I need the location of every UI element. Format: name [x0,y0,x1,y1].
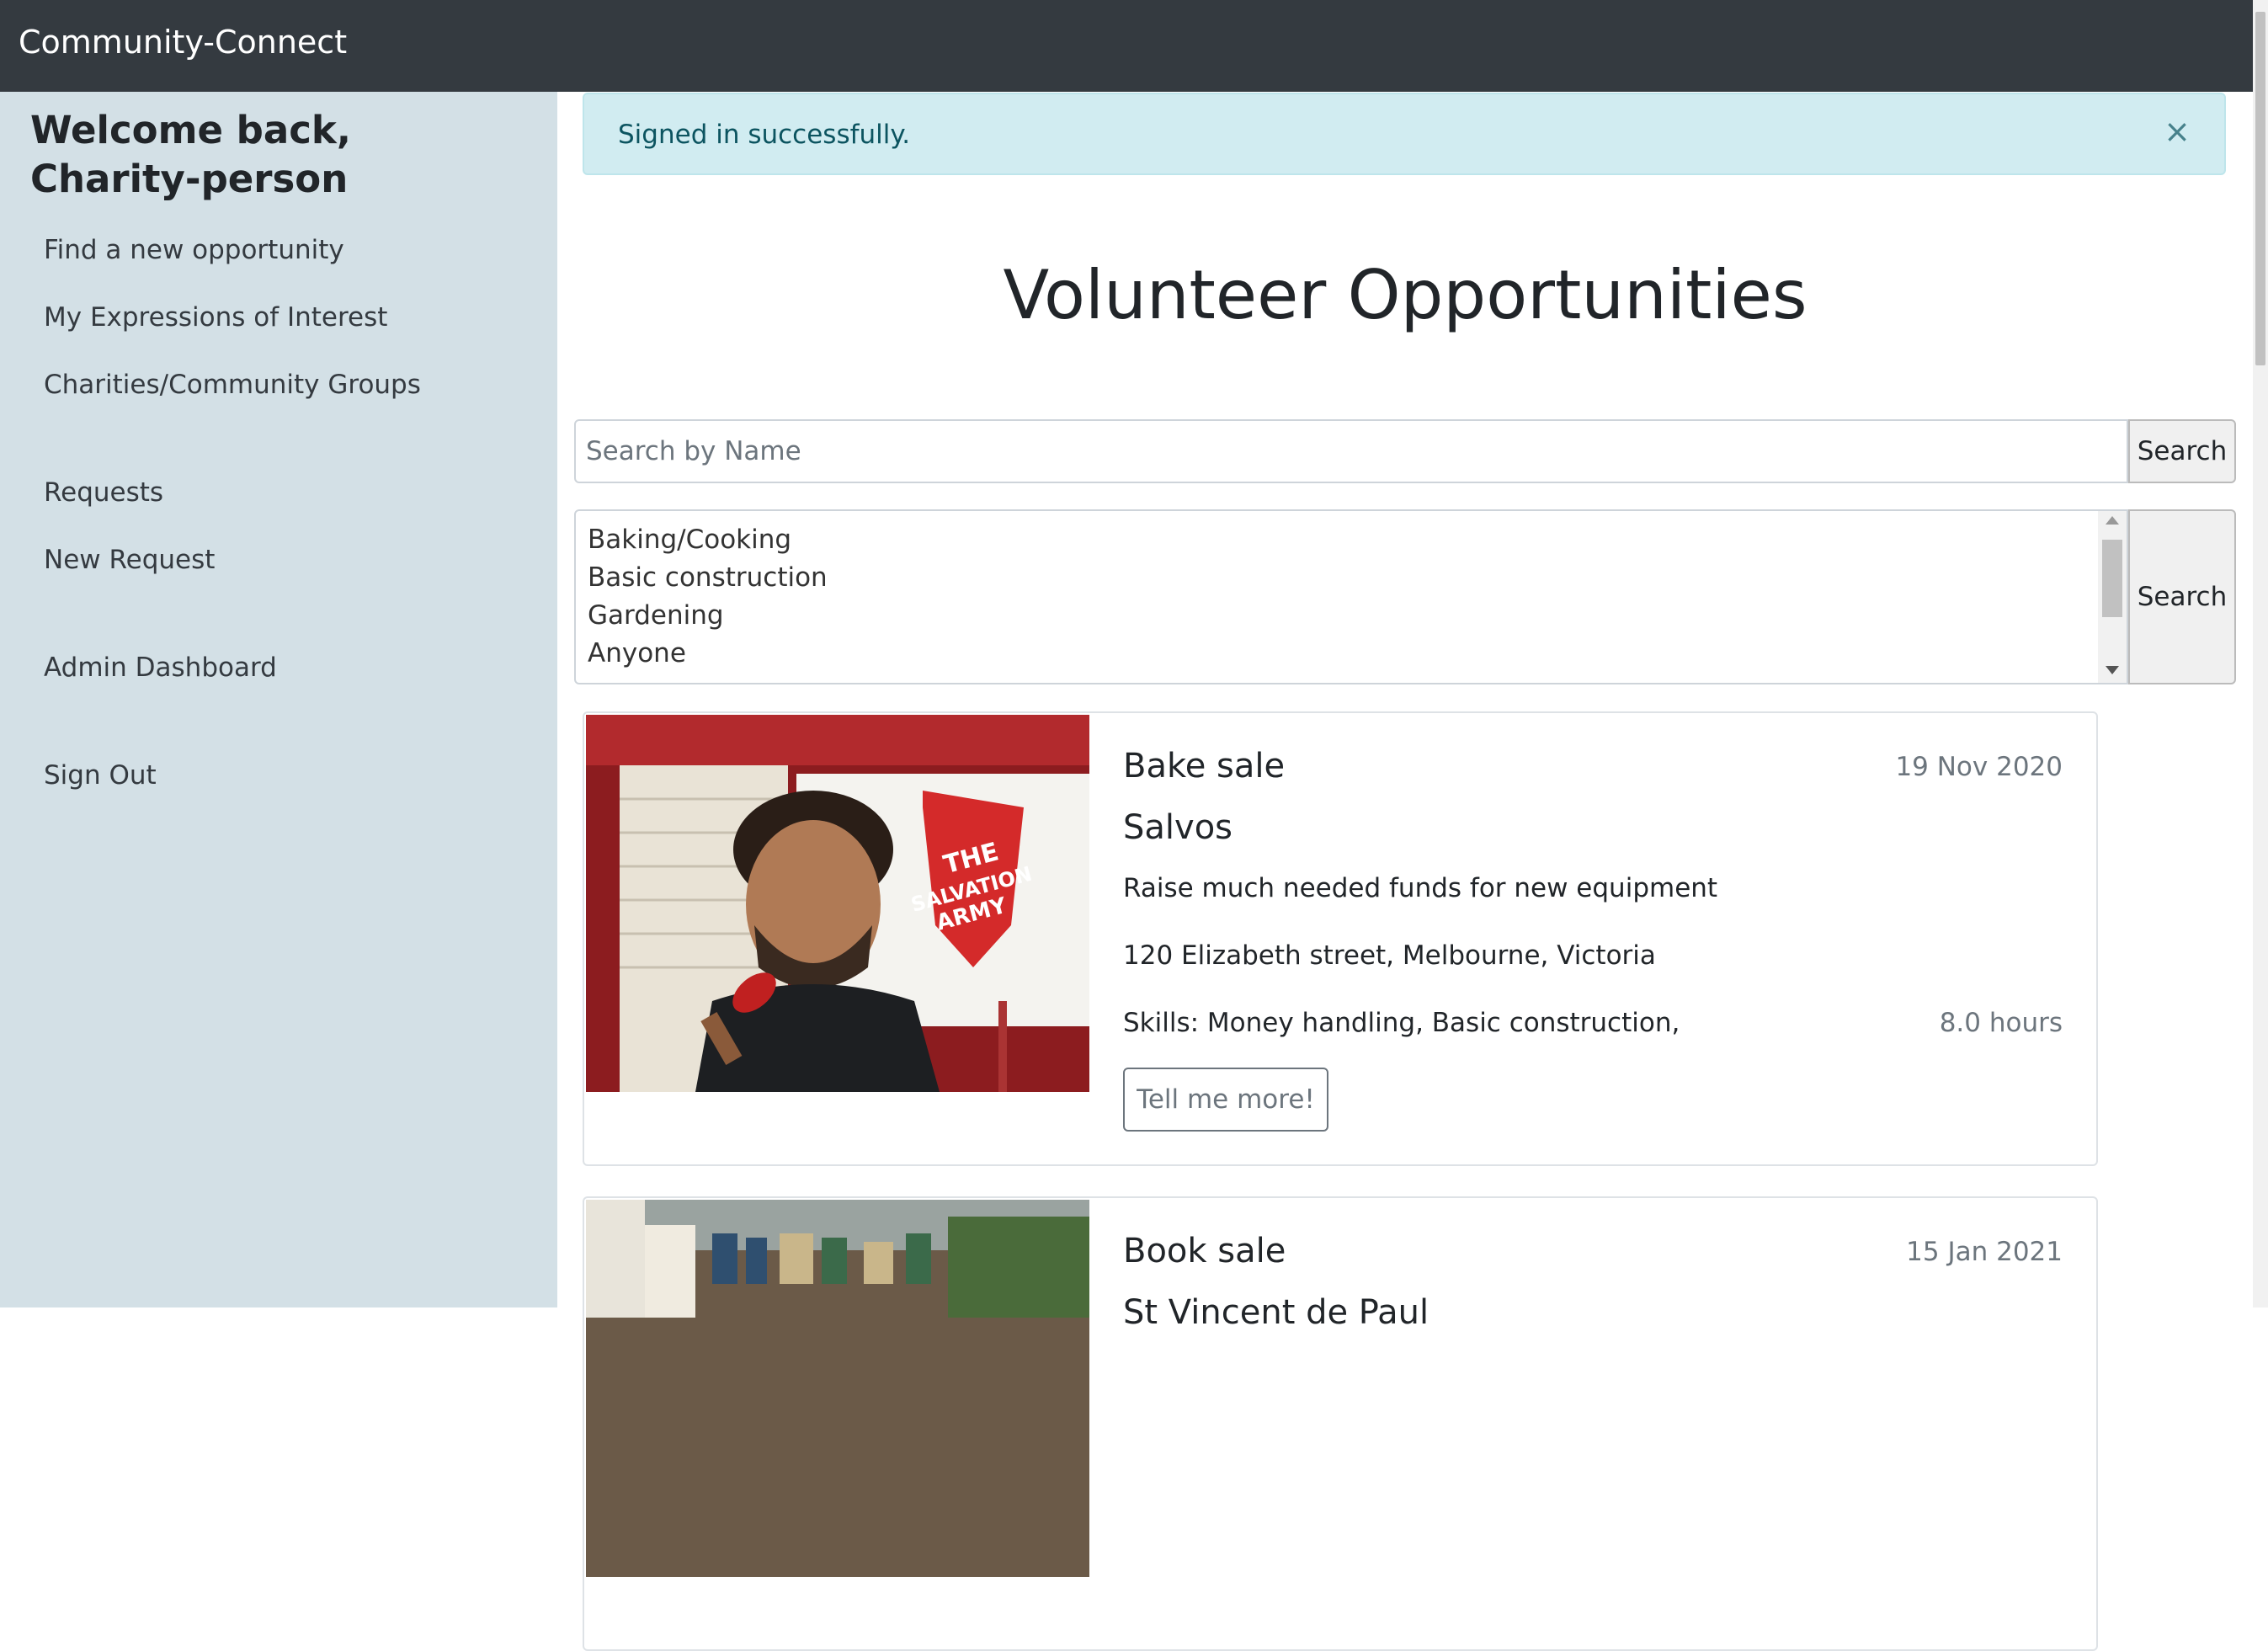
scrollbar-thumb[interactable] [2102,540,2122,617]
scroll-down-arrow-icon[interactable] [2106,666,2119,674]
close-icon[interactable]: × [2164,113,2191,150]
card-title: Book sale [1123,1232,1286,1270]
sidebar-item-find-opportunity[interactable]: Find a new opportunity [44,235,344,265]
listbox-scrollbar[interactable] [2098,511,2127,683]
opportunity-card: THE SALVATION ARMY Bake sale 19 Nov 2020… [583,711,2098,1166]
sidebar-item-requests[interactable]: Requests [44,477,163,508]
card-organisation: Salvos [1123,808,1232,847]
search-button[interactable]: Search [2128,419,2236,483]
skill-option[interactable]: Basic construction [588,562,828,593]
skill-option[interactable]: Baking/Cooking [588,525,791,555]
opportunity-image: THE SALVATION ARMY [586,715,1089,1092]
skills-search-button[interactable]: Search [2128,509,2236,684]
welcome-heading: Welcome back, Charity-person [30,108,351,201]
card-description: Raise much needed funds for new equipmen… [1123,873,1718,903]
opportunity-card: Book sale 15 Jan 2021 St Vincent de Paul [583,1196,2098,1651]
page-scrollbar[interactable] [2253,0,2268,1307]
sidebar-item-sign-out[interactable]: Sign Out [44,760,157,791]
top-navbar: Community-Connect [0,0,2253,92]
brand-link[interactable]: Community-Connect [19,24,347,61]
card-address: 120 Elizabeth street, Melbourne, Victori… [1123,940,1656,971]
sidebar-item-new-request[interactable]: New Request [44,545,215,575]
skills-listbox[interactable]: Baking/Cooking Basic construction Garden… [574,509,2128,684]
success-alert: Signed in successfully. × [583,93,2226,175]
sidebar-item-charities[interactable]: Charities/Community Groups [44,370,421,400]
card-date: 15 Jan 2021 [1906,1237,2063,1267]
sidebar-item-admin-dashboard[interactable]: Admin Dashboard [44,652,277,683]
search-input[interactable] [574,419,2128,483]
card-date: 19 Nov 2020 [1895,752,2063,782]
card-organisation: St Vincent de Paul [1123,1293,1429,1332]
card-title: Bake sale [1123,747,1286,786]
opportunity-image [586,1200,1089,1577]
page-title: Volunteer Opportunities [1003,256,1807,334]
skill-option[interactable]: Gardening [588,600,724,631]
alert-message: Signed in successfully. [618,120,911,150]
main-content: Signed in successfully. × Volunteer Oppo… [557,92,2253,1651]
sidebar: Welcome back, Charity-person Find a new … [0,92,557,1307]
tell-me-more-button[interactable]: Tell me more! [1123,1068,1328,1132]
skill-option[interactable]: Anyone [588,638,686,668]
card-skills: Skills: Money handling, Basic constructi… [1123,1008,1680,1038]
card-hours: 8.0 hours [1939,1008,2063,1038]
page-scrollbar-thumb[interactable] [2255,12,2265,365]
scroll-up-arrow-icon[interactable] [2106,516,2119,525]
sidebar-item-expressions-of-interest[interactable]: My Expressions of Interest [44,302,387,333]
